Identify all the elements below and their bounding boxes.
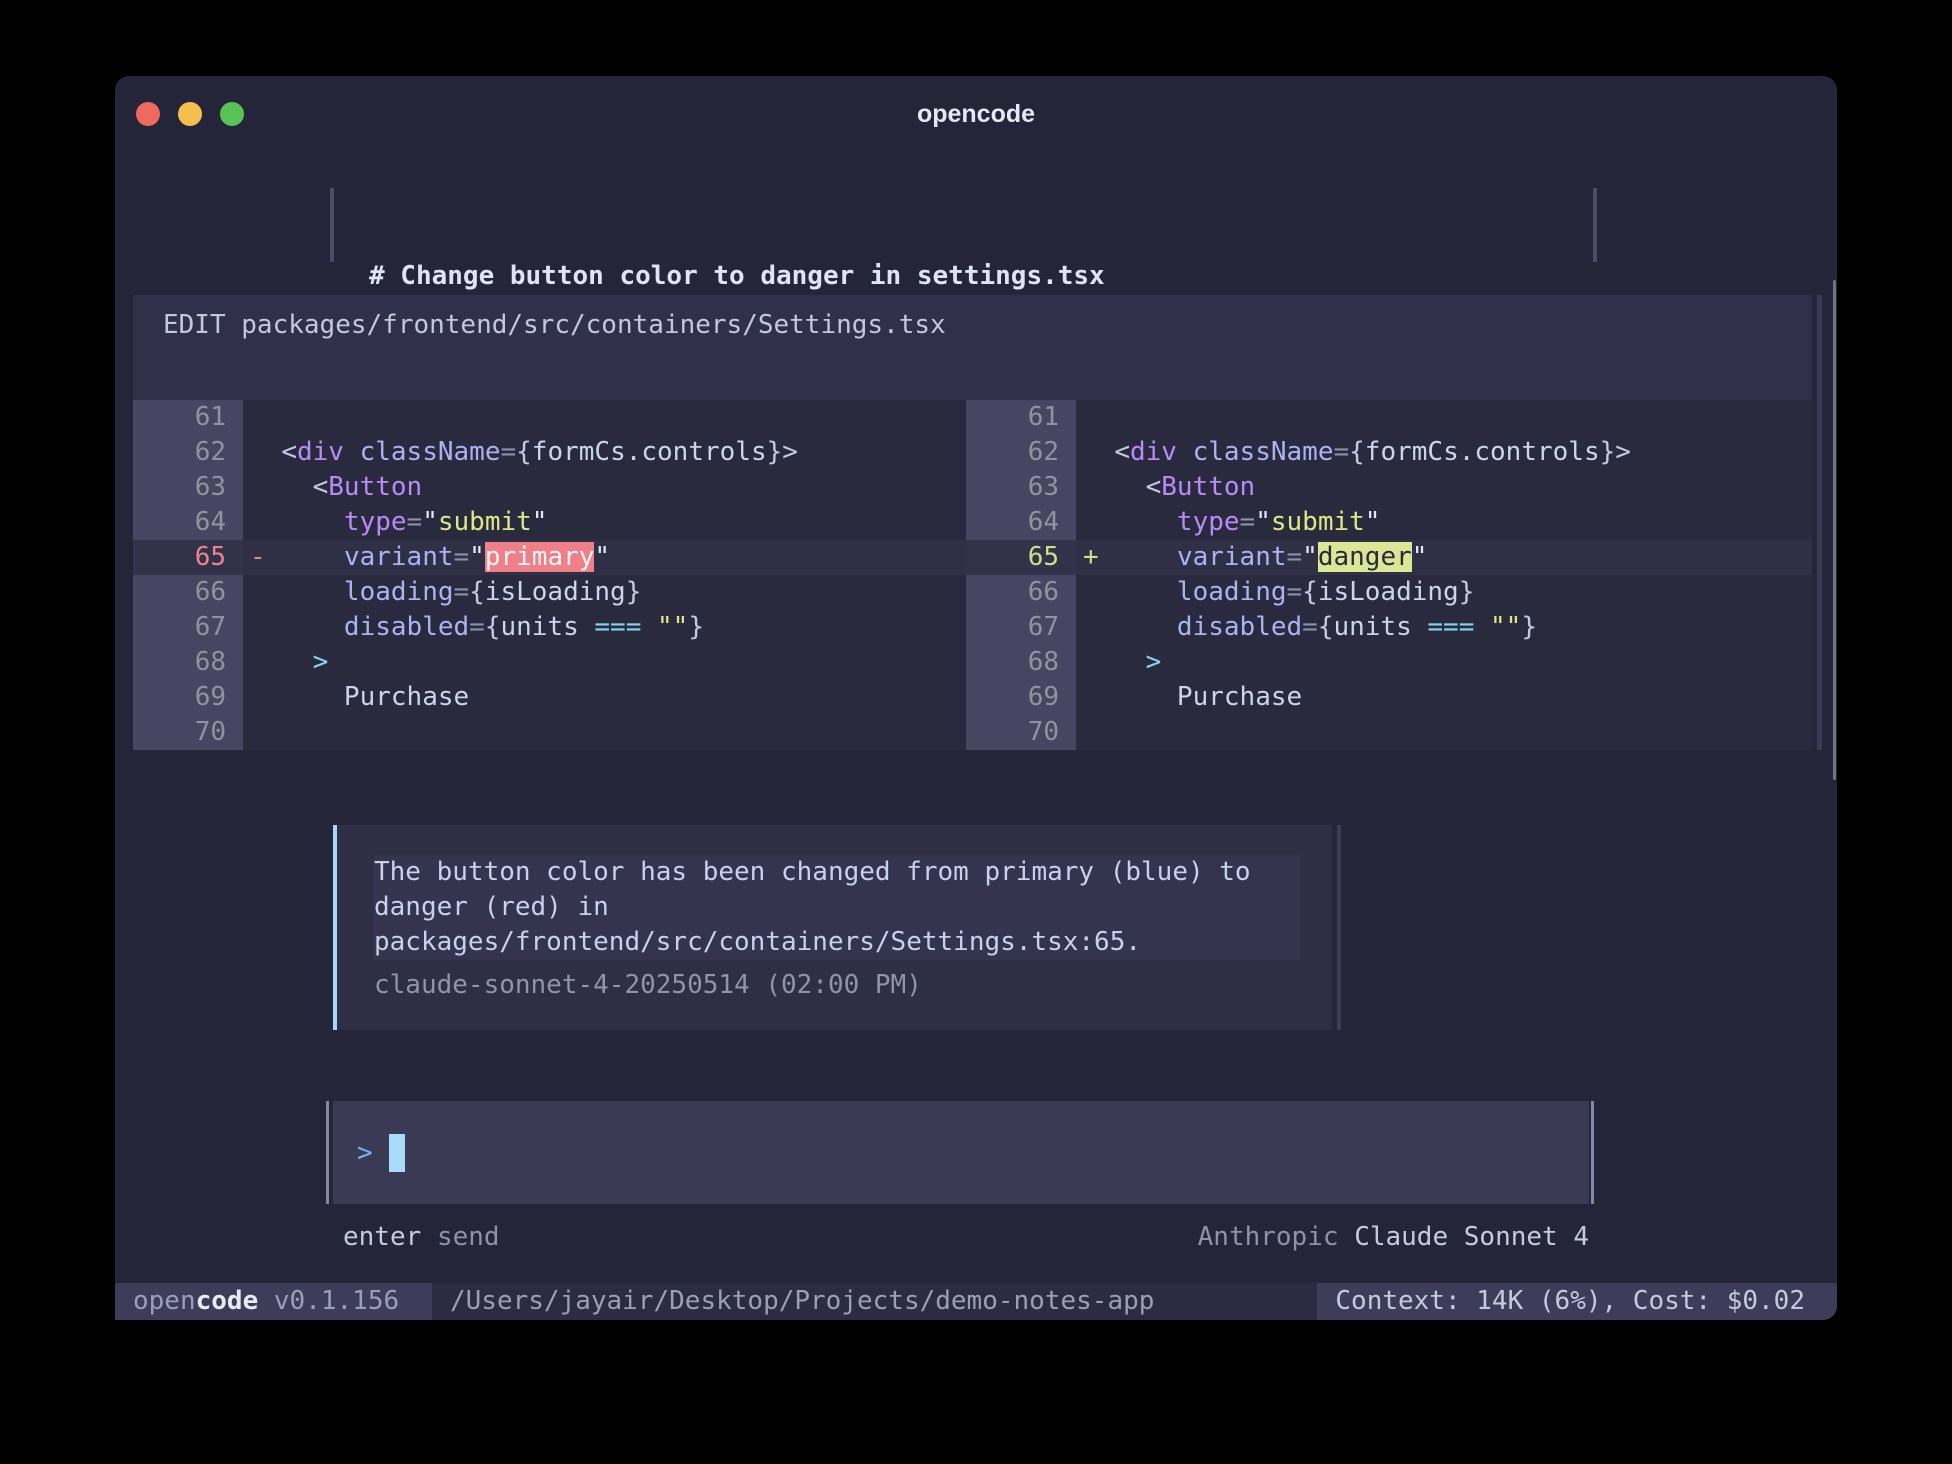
code-text bbox=[243, 715, 966, 750]
prompt-chevron-icon: > bbox=[357, 1138, 373, 1168]
message-line: The button color has been changed from p… bbox=[374, 855, 1300, 890]
code-text: > bbox=[243, 645, 966, 680]
diff-line: 61 bbox=[966, 400, 1812, 435]
code-text: - variant="primary" bbox=[243, 540, 966, 575]
line-number: 67 bbox=[133, 610, 243, 645]
text-cursor bbox=[389, 1134, 405, 1172]
user-prompt-block: # Change button color to danger in setti… bbox=[330, 188, 1597, 262]
diff-line: 64 type="submit" bbox=[966, 505, 1812, 540]
message-right-edge-bar bbox=[1337, 825, 1341, 1030]
prompt-left-accent-bar bbox=[330, 188, 334, 262]
diff-line: 68 > bbox=[133, 645, 966, 680]
diff-line: 65- variant="primary" bbox=[133, 540, 966, 575]
edit-action-label: EDIT bbox=[163, 310, 226, 340]
code-text bbox=[1076, 400, 1812, 435]
diff-line: 63 <Button bbox=[133, 470, 966, 505]
app-name-open: open bbox=[133, 1286, 196, 1316]
line-number: 63 bbox=[966, 470, 1076, 505]
line-number: 68 bbox=[966, 645, 1076, 680]
window-scrollbar-thumb[interactable] bbox=[1833, 280, 1836, 780]
line-number: 69 bbox=[966, 680, 1076, 715]
input-right-accent-bar bbox=[1591, 1101, 1594, 1204]
diff-line: 66 loading={isLoading} bbox=[133, 575, 966, 610]
context-cost-segment: Context: 14K (6%), Cost: $0.02 bbox=[1317, 1283, 1837, 1320]
user-prompt-title: # Change button color to danger in setti… bbox=[369, 258, 1105, 294]
diff-line: 61 bbox=[133, 400, 966, 435]
diff-line: 68 > bbox=[966, 645, 1812, 680]
line-number: 70 bbox=[133, 715, 243, 750]
diff-view: 6162 <div className={formCs.controls}>63… bbox=[133, 400, 1812, 750]
line-number: 66 bbox=[966, 575, 1076, 610]
diff-line: 64 type="submit" bbox=[133, 505, 966, 540]
model-timestamp-label: claude-sonnet-4-20250514 (02:00 PM) bbox=[374, 968, 1332, 1003]
input-left-accent-bar bbox=[326, 1101, 329, 1204]
provider-label: Anthropic bbox=[1198, 1222, 1339, 1252]
code-text: disabled={units === ""} bbox=[1076, 610, 1812, 645]
diff-line: 69 Purchase bbox=[133, 680, 966, 715]
send-action-hint: send bbox=[437, 1222, 500, 1252]
working-directory: /Users/jayair/Desktop/Projects/demo-note… bbox=[450, 1283, 1154, 1320]
line-number: 64 bbox=[966, 505, 1076, 540]
message-line: packages/frontend/src/containers/Setting… bbox=[374, 925, 1300, 960]
diff-before-panel: 6162 <div className={formCs.controls}>63… bbox=[133, 400, 966, 750]
line-number: 64 bbox=[133, 505, 243, 540]
edit-tool-header: EDIT packages/frontend/src/containers/Se… bbox=[133, 295, 1812, 400]
title-bar: opencode bbox=[115, 76, 1837, 134]
code-text: Purchase bbox=[243, 680, 966, 715]
input-hints-row: enter send Anthropic Claude Sonnet 4 bbox=[115, 1220, 1837, 1255]
diff-after-panel: 6162 <div className={formCs.controls}>63… bbox=[966, 400, 1812, 750]
opencode-window: opencode # Change button color to danger… bbox=[115, 76, 1837, 1320]
prompt-right-accent-bar bbox=[1593, 188, 1597, 262]
diff-line: 65+ variant="danger" bbox=[966, 540, 1812, 575]
diff-line: 70 bbox=[133, 715, 966, 750]
code-text: + variant="danger" bbox=[1076, 540, 1812, 575]
code-text: <div className={formCs.controls}> bbox=[1076, 435, 1812, 470]
app-version-segment: opencode v0.1.156 bbox=[115, 1283, 432, 1320]
code-text: <div className={formCs.controls}> bbox=[243, 435, 966, 470]
line-number: 62 bbox=[133, 435, 243, 470]
line-number: 63 bbox=[133, 470, 243, 505]
code-text: Purchase bbox=[1076, 680, 1812, 715]
diff-line: 69 Purchase bbox=[966, 680, 1812, 715]
assistant-message-text: The button color has been changed from p… bbox=[374, 855, 1300, 960]
edit-file-path: packages/frontend/src/containers/Setting… bbox=[241, 310, 945, 340]
enter-key-hint: enter bbox=[343, 1222, 421, 1252]
window-title: opencode bbox=[115, 100, 1837, 129]
diff-line: 67 disabled={units === ""} bbox=[966, 610, 1812, 645]
line-number: 61 bbox=[133, 400, 243, 435]
code-text: <Button bbox=[1076, 470, 1812, 505]
code-text: <Button bbox=[243, 470, 966, 505]
code-text: disabled={units === ""} bbox=[243, 610, 966, 645]
code-text: loading={isLoading} bbox=[243, 575, 966, 610]
diff-line: 70 bbox=[966, 715, 1812, 750]
line-number: 65 bbox=[133, 540, 243, 575]
prompt-input[interactable]: > bbox=[333, 1101, 1589, 1204]
diff-line: 66 loading={isLoading} bbox=[966, 575, 1812, 610]
code-text bbox=[1076, 715, 1812, 750]
diff-scrollbar[interactable] bbox=[1817, 295, 1822, 750]
diff-line: 67 disabled={units === ""} bbox=[133, 610, 966, 645]
diff-line: 62 <div className={formCs.controls}> bbox=[966, 435, 1812, 470]
line-number: 67 bbox=[966, 610, 1076, 645]
code-text: loading={isLoading} bbox=[1076, 575, 1812, 610]
line-number: 62 bbox=[966, 435, 1076, 470]
code-text bbox=[243, 400, 966, 435]
line-number: 61 bbox=[966, 400, 1076, 435]
assistant-message: The button color has been changed from p… bbox=[333, 825, 1332, 1030]
model-label: Claude Sonnet 4 bbox=[1354, 1222, 1589, 1252]
app-version: v0.1.156 bbox=[258, 1286, 399, 1316]
diff-line: 62 <div className={formCs.controls}> bbox=[133, 435, 966, 470]
code-text: type="submit" bbox=[1076, 505, 1812, 540]
line-number: 68 bbox=[133, 645, 243, 680]
line-number: 66 bbox=[133, 575, 243, 610]
code-text: type="submit" bbox=[243, 505, 966, 540]
code-text: > bbox=[1076, 645, 1812, 680]
line-number: 69 bbox=[133, 680, 243, 715]
app-name-code: code bbox=[196, 1286, 259, 1316]
diff-line: 63 <Button bbox=[966, 470, 1812, 505]
message-line: danger (red) in bbox=[374, 890, 1300, 925]
line-number: 70 bbox=[966, 715, 1076, 750]
line-number: 65 bbox=[966, 540, 1076, 575]
status-bar: opencode v0.1.156 /Users/jayair/Desktop/… bbox=[115, 1283, 1837, 1320]
